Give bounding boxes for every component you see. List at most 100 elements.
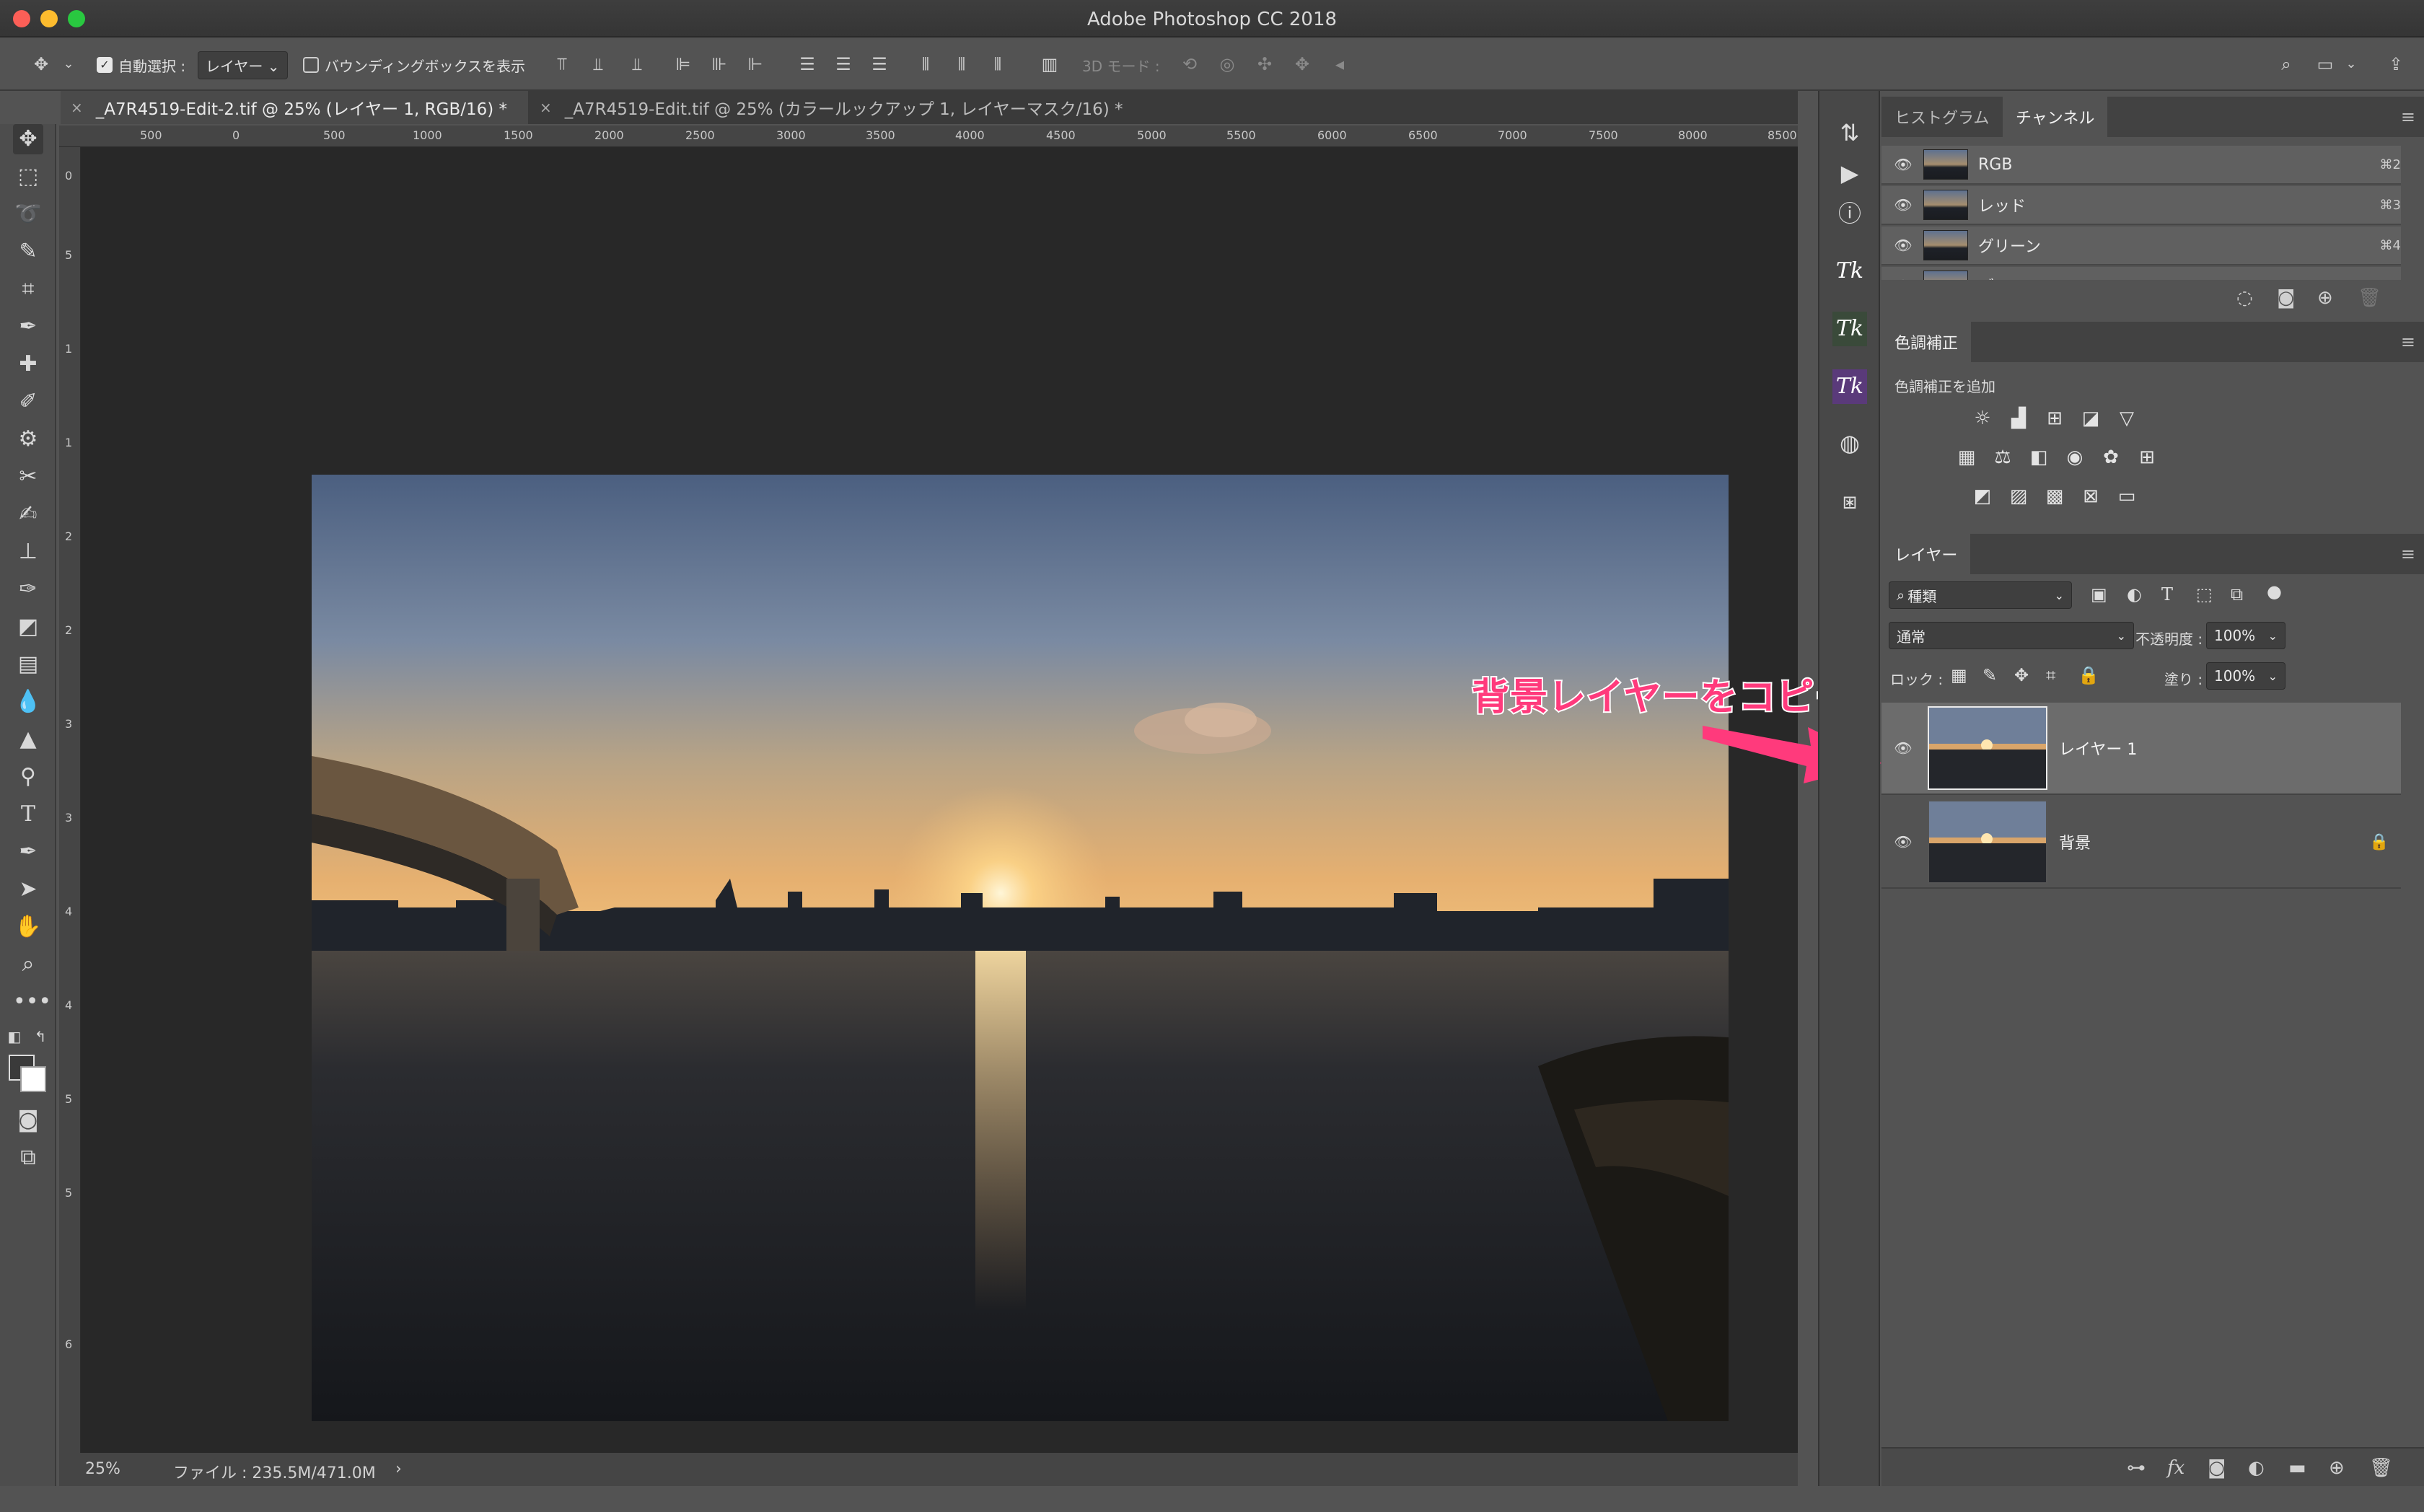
eyedropper-tool-icon[interactable]: ✒ <box>13 312 43 342</box>
color-balance-icon[interactable]: ⚖ <box>1990 444 2016 470</box>
panel-menu-icon[interactable]: ≡ <box>2401 332 2415 352</box>
crop-tool-icon[interactable]: ⌗ <box>13 274 43 304</box>
layer-style-fx-icon[interactable]: fx <box>2167 1457 2184 1479</box>
delete-channel-icon[interactable]: 🗑 <box>2358 287 2381 309</box>
hand-tool-icon[interactable]: ✋ <box>13 912 43 942</box>
align-vcenter-icon[interactable]: ⫫ <box>586 52 610 76</box>
photo-filter-icon[interactable]: ◉ <box>2062 444 2088 470</box>
history-brush-tool-icon[interactable]: ✂ <box>13 462 43 492</box>
move-tool-icon[interactable]: ✥ <box>29 52 53 76</box>
color-lookup-icon[interactable]: ⊞ <box>2134 444 2160 470</box>
filter-adjustment-icon[interactable]: ◐ <box>2127 584 2142 605</box>
3d-drag-icon[interactable]: ✣ <box>1252 52 1277 76</box>
stamp-tool-icon[interactable]: ⊥ <box>13 537 43 567</box>
posterize-icon[interactable]: ▨ <box>2006 483 2032 509</box>
exposure-icon[interactable]: ◪ <box>2078 405 2104 431</box>
invert-icon[interactable]: ◩ <box>1970 483 1995 509</box>
visibility-eye-icon[interactable]: 👁 <box>1889 237 1918 254</box>
background-color-swatch[interactable] <box>20 1066 46 1092</box>
selective-color-icon[interactable]: ⊠ <box>2078 483 2104 509</box>
brush-tool-icon[interactable]: ✐ <box>13 387 43 417</box>
threshold-icon[interactable]: ▩ <box>2042 483 2068 509</box>
lock-artboard-icon[interactable]: ⌗ <box>2046 665 2056 685</box>
filter-type-icon[interactable]: T <box>2161 584 2173 605</box>
photo-image[interactable] <box>312 475 1729 1421</box>
swap-colors-icon[interactable]: ↰ <box>33 1021 48 1052</box>
visibility-eye-icon[interactable]: 👁 <box>1889 833 1918 850</box>
more-tools-icon[interactable]: ••• <box>13 987 51 1017</box>
clone-stamp-tool-icon[interactable]: ⚙ <box>13 424 43 454</box>
new-channel-icon[interactable]: ⊕ <box>2317 287 2333 309</box>
distribute-top-icon[interactable]: ☰ <box>795 52 820 76</box>
new-group-icon[interactable]: ▬ <box>2288 1457 2306 1479</box>
tab-layers[interactable]: レイヤー <box>1881 534 1971 574</box>
new-adjustment-layer-icon[interactable]: ◐ <box>2248 1457 2265 1479</box>
distribute-hcenter-icon[interactable]: ⦀ <box>949 52 974 76</box>
align-hcenter-icon[interactable]: ⊪ <box>707 52 732 76</box>
brightness-contrast-icon[interactable]: ☼ <box>1970 405 1995 431</box>
load-selection-icon[interactable]: ◌ <box>2236 287 2253 309</box>
new-layer-icon[interactable]: ⊕ <box>2329 1457 2345 1479</box>
info-panel-icon[interactable]: ⓘ <box>1832 196 1867 231</box>
dodge-tool-icon[interactable]: ⚲ <box>13 762 43 792</box>
channel-row[interactable]: 👁 レッド ⌘3 <box>1881 186 2401 225</box>
fill-field[interactable]: 100% ⌄ <box>2206 662 2285 690</box>
align-bottom-icon[interactable]: ⫫ <box>625 52 649 76</box>
layer-row[interactable]: 👁 レイヤー 1 <box>1881 703 2401 795</box>
tool-preset-chevron-icon[interactable]: ⌄ <box>56 52 81 76</box>
document-tab-2[interactable]: × _A7R4519-Edit.tif @ 25% (カラールックアップ 1, … <box>530 91 1208 124</box>
align-top-icon[interactable]: ⫪ <box>550 52 574 76</box>
channel-row[interactable]: 👁 グリーン ⌘4 <box>1881 227 2401 265</box>
filter-shape-icon[interactable]: ⬚ <box>2196 584 2213 605</box>
quick-select-tool-icon[interactable]: ✎ <box>13 237 43 267</box>
tab-close-icon[interactable]: × <box>540 99 552 116</box>
history-panel-icon[interactable]: ⇅ <box>1832 115 1867 150</box>
default-colors-icon[interactable]: ◧ <box>7 1021 22 1052</box>
blur-tool-icon[interactable]: 💧 <box>13 687 43 717</box>
auto-align-icon[interactable]: ▥ <box>1037 52 1062 76</box>
path-selection-tool-icon[interactable]: ➤ <box>13 874 43 905</box>
tk-mask-panel-icon[interactable]: Tk <box>1832 369 1867 404</box>
pen-tool-icon[interactable]: ✒ <box>13 837 43 867</box>
art-history-tool-icon[interactable]: ✑ <box>13 574 43 605</box>
layer-row[interactable]: 👁 背景 🔒 <box>1881 796 2401 889</box>
channel-row[interactable]: 👁 RGB ⌘2 <box>1881 146 2401 185</box>
3d-roll-icon[interactable]: ◎ <box>1215 52 1239 76</box>
distribute-vcenter-icon[interactable]: ☰ <box>831 52 856 76</box>
visibility-eye-icon[interactable]: 👁 <box>1889 156 1918 173</box>
type-tool-icon[interactable]: T <box>13 799 43 830</box>
gradient-tool-icon[interactable]: ▤ <box>13 649 43 680</box>
panel-menu-icon[interactable]: ≡ <box>2401 544 2415 564</box>
hue-saturation-icon[interactable]: ▦ <box>1954 444 1980 470</box>
align-left-icon[interactable]: ⊫ <box>671 52 695 76</box>
tab-close-icon[interactable]: × <box>71 99 83 116</box>
document-canvas[interactable] <box>81 147 1798 1453</box>
bounding-box-checkbox[interactable]: バウンディングボックスを表示 <box>303 50 525 79</box>
paint-brush-tool-icon[interactable]: ✍ <box>13 499 43 529</box>
distribute-bottom-icon[interactable]: ☰ <box>867 52 892 76</box>
lock-position-icon[interactable]: ✥ <box>2014 665 2029 685</box>
link-layers-icon[interactable]: ⊶ <box>2127 1457 2146 1479</box>
gradient-map-icon[interactable]: ▭ <box>2114 483 2140 509</box>
workspace-chevron-icon[interactable]: ⌄ <box>2339 52 2363 76</box>
document-tab-1[interactable]: × _A7R4519-Edit-2.tif @ 25% (レイヤー 1, RGB… <box>61 91 528 124</box>
3d-panel-icon[interactable]: ⧆ <box>1832 483 1867 518</box>
status-menu-arrow-icon[interactable]: › <box>395 1460 402 1478</box>
zoom-tool-icon[interactable]: ⌕ <box>13 949 43 980</box>
distribute-right-icon[interactable]: ⦀ <box>985 52 1010 76</box>
tk-panel-icon[interactable]: Tk <box>1832 254 1867 289</box>
lock-transparent-icon[interactable]: ▦ <box>1951 665 1967 685</box>
lock-image-icon[interactable]: ✎ <box>1982 665 1997 685</box>
visibility-eye-icon[interactable]: 👁 <box>1889 739 1918 757</box>
blend-mode-dropdown[interactable]: 通常 ⌄ <box>1889 622 2134 649</box>
auto-select-checkbox[interactable]: ✓ 自動選択 : <box>97 50 185 79</box>
tab-adjustments[interactable]: 色調補正 <box>1881 322 1972 362</box>
quick-mask-icon[interactable]: ◙ <box>13 1105 43 1135</box>
channel-row[interactable]: 👁 ブルー ⌘5 <box>1881 267 2401 280</box>
filter-smart-object-icon[interactable]: ⧉ <box>2231 584 2243 605</box>
eraser-tool-icon[interactable]: ◩ <box>13 612 43 642</box>
black-white-icon[interactable]: ◧ <box>2026 444 2052 470</box>
lock-all-icon[interactable]: 🔒 <box>2078 665 2099 685</box>
3d-slide-icon[interactable]: ✥ <box>1290 52 1314 76</box>
auto-select-target-dropdown[interactable]: レイヤー ⌄ <box>198 50 288 79</box>
